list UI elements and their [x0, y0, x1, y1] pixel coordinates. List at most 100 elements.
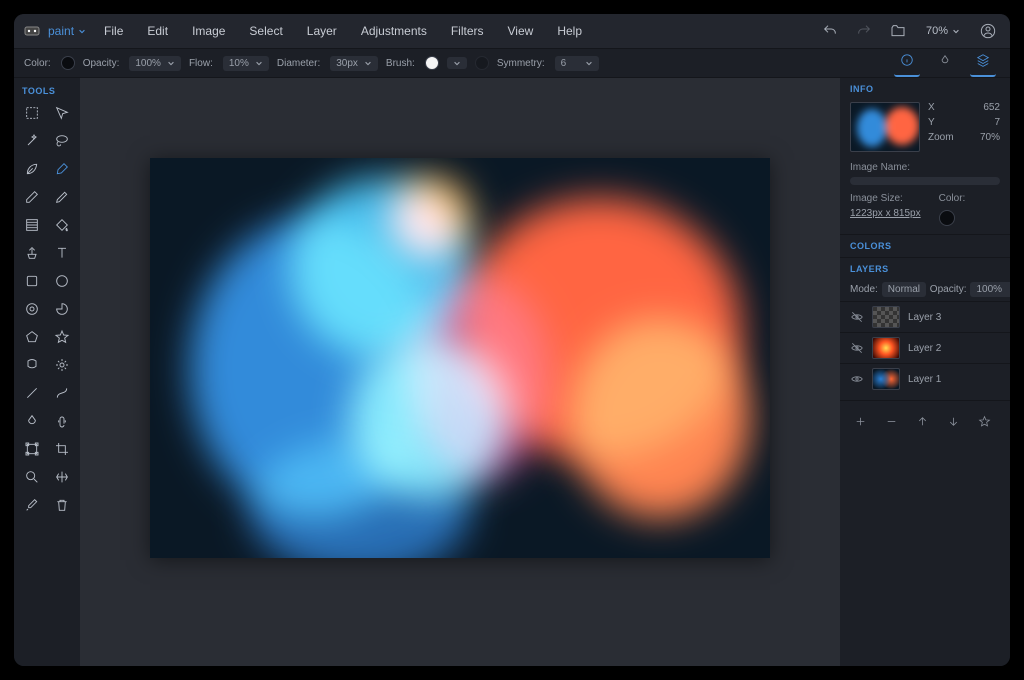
- tool-custom-shape[interactable]: [18, 352, 46, 378]
- diameter-dropdown[interactable]: 30px: [330, 56, 378, 71]
- info-zoom-label: Zoom: [928, 132, 954, 143]
- tool-polygon[interactable]: [18, 324, 46, 350]
- options-diameter-label: Diameter:: [277, 58, 320, 69]
- tool-star[interactable]: [48, 324, 76, 350]
- layer-name: Layer 1: [908, 374, 941, 385]
- visibility-toggle-icon[interactable]: [850, 341, 864, 355]
- image-size-value[interactable]: 1223px x 815px: [850, 208, 921, 219]
- menu-help[interactable]: Help: [547, 18, 592, 44]
- tool-pan[interactable]: [48, 464, 76, 490]
- tool-ellipse[interactable]: [48, 268, 76, 294]
- info-y-label: Y: [928, 117, 935, 128]
- tool-zoom[interactable]: [18, 464, 46, 490]
- canvas-image[interactable]: [150, 158, 770, 558]
- menu-view[interactable]: View: [498, 18, 544, 44]
- tool-brush[interactable]: [48, 156, 76, 182]
- tool-clone-stamp[interactable]: [18, 240, 46, 266]
- undo-button[interactable]: [818, 19, 842, 43]
- remove-layer-button[interactable]: [881, 411, 902, 432]
- layer-mode-dropdown[interactable]: Normal: [882, 282, 926, 297]
- menu-edit[interactable]: Edit: [137, 18, 178, 44]
- canvas-viewport[interactable]: [80, 78, 840, 666]
- tool-marquee-select[interactable]: [18, 100, 46, 126]
- info-x-value: 652: [983, 102, 1000, 113]
- tool-text[interactable]: [48, 240, 76, 266]
- tool-pie[interactable]: [48, 296, 76, 322]
- menu-layer[interactable]: Layer: [297, 18, 347, 44]
- tool-eyedropper[interactable]: [18, 492, 46, 518]
- image-name-label: Image Name:: [840, 156, 1010, 175]
- tool-pencil[interactable]: [48, 184, 76, 210]
- app-logo-icon: [24, 23, 40, 39]
- panel-tab-color[interactable]: [932, 50, 958, 76]
- visibility-toggle-icon[interactable]: [850, 372, 864, 386]
- layers-list: Layer 3 Layer 2 Layer 1: [840, 301, 1010, 394]
- layer-row[interactable]: Layer 2: [840, 332, 1010, 363]
- layer-opacity-dropdown[interactable]: 100%: [970, 282, 1010, 297]
- info-panel-title: INFO: [840, 78, 1010, 98]
- info-color-swatch[interactable]: [939, 210, 955, 226]
- menu-file[interactable]: File: [94, 18, 133, 44]
- tool-gradient[interactable]: [18, 212, 46, 238]
- panel-tab-info[interactable]: [894, 49, 920, 77]
- account-button[interactable]: [976, 19, 1000, 43]
- tool-leaf-brush[interactable]: [18, 156, 46, 182]
- menu-filters[interactable]: Filters: [441, 18, 494, 44]
- brush-preview-swatch[interactable]: [425, 56, 439, 70]
- tool-trash[interactable]: [48, 492, 76, 518]
- menu-image[interactable]: Image: [182, 18, 235, 44]
- colors-panel-header[interactable]: COLORS: [840, 234, 1010, 257]
- zoom-level-dropdown[interactable]: 70%: [920, 22, 966, 40]
- tool-curve[interactable]: [48, 380, 76, 406]
- layers-panel-title: LAYERS: [840, 257, 1010, 278]
- symmetry-icon: [475, 56, 489, 70]
- symmetry-dropdown[interactable]: 6: [555, 56, 599, 71]
- options-opacity-label: Opacity:: [83, 58, 120, 69]
- favorite-layer-button[interactable]: [974, 411, 995, 432]
- right-panel: INFO X652 Y7 Zoom70% Image Name: Image S…: [840, 78, 1010, 666]
- foreground-color-swatch[interactable]: [61, 56, 75, 70]
- tool-line[interactable]: [18, 380, 46, 406]
- layer-row[interactable]: Layer 1: [840, 363, 1010, 394]
- move-layer-down-button[interactable]: [943, 411, 964, 432]
- menu-adjustments[interactable]: Adjustments: [351, 18, 437, 44]
- image-name-input[interactable]: [850, 177, 1000, 185]
- options-flow-label: Flow:: [189, 58, 213, 69]
- open-folder-button[interactable]: [886, 19, 910, 43]
- tool-eraser[interactable]: [18, 184, 46, 210]
- move-layer-up-button[interactable]: [912, 411, 933, 432]
- tool-magic-wand[interactable]: [18, 128, 46, 154]
- layer-row[interactable]: Layer 3: [840, 301, 1010, 332]
- layer-settings-button[interactable]: [1005, 411, 1010, 432]
- tool-crop[interactable]: [48, 436, 76, 462]
- tools-panel-title: TOOLS: [18, 84, 76, 100]
- visibility-toggle-icon[interactable]: [850, 310, 864, 324]
- tool-lasso[interactable]: [48, 128, 76, 154]
- layer-opacity-label: Opacity:: [930, 284, 967, 295]
- tool-smudge[interactable]: [48, 408, 76, 434]
- add-layer-button[interactable]: [850, 411, 871, 432]
- info-x-label: X: [928, 102, 935, 113]
- tool-rectangle[interactable]: [18, 268, 46, 294]
- options-symmetry-label: Symmetry:: [497, 58, 545, 69]
- tool-donut[interactable]: [18, 296, 46, 322]
- layer-thumbnail: [872, 368, 900, 390]
- menu-select[interactable]: Select: [239, 18, 292, 44]
- tool-fill[interactable]: [48, 212, 76, 238]
- canvas-thumbnail: [850, 102, 920, 152]
- layer-thumbnail: [872, 306, 900, 328]
- panel-tab-layers[interactable]: [970, 49, 996, 77]
- opacity-dropdown[interactable]: 100%: [129, 56, 181, 71]
- info-color-label: Color:: [939, 193, 966, 208]
- flow-dropdown[interactable]: 10%: [223, 56, 269, 71]
- tool-transform[interactable]: [18, 436, 46, 462]
- menu-bar: paint File Edit Image Select Layer Adjus…: [14, 14, 1010, 48]
- tool-move[interactable]: [48, 100, 76, 126]
- app-name-dropdown[interactable]: paint: [48, 24, 86, 38]
- tool-blur[interactable]: [18, 408, 46, 434]
- redo-button[interactable]: [852, 19, 876, 43]
- tools-panel: TOOLS: [14, 78, 80, 666]
- tool-gear[interactable]: [48, 352, 76, 378]
- tool-options-bar: Color: Opacity: 100% Flow: 10% Diameter:…: [14, 48, 1010, 78]
- brush-dropdown[interactable]: [447, 57, 467, 69]
